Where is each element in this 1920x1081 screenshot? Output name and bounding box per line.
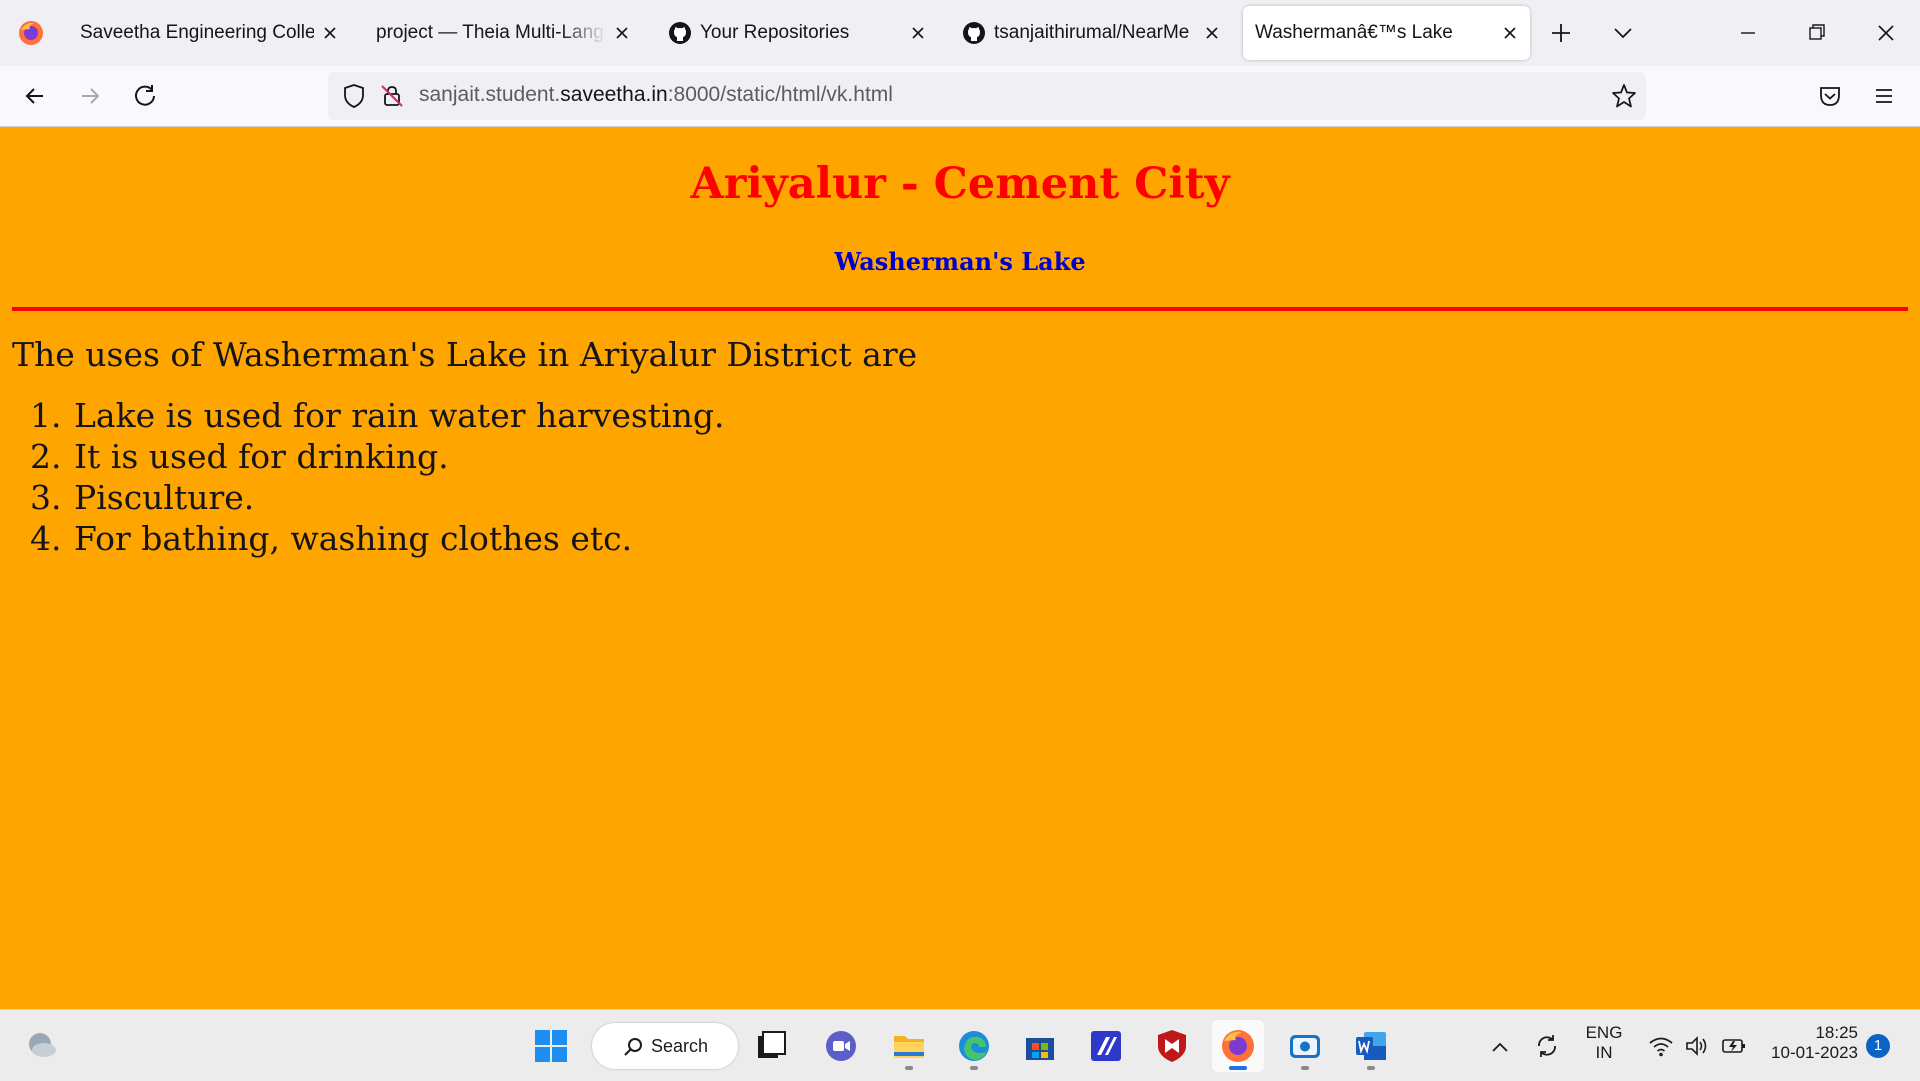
mcafee-shield-icon xyxy=(1158,1030,1186,1062)
tab-project-theia[interactable]: project — Theia Multi-Language xyxy=(366,6,642,60)
word-icon xyxy=(1356,1032,1386,1060)
list-all-tabs-icon[interactable] xyxy=(1608,18,1638,48)
firefox-menu-icon[interactable] xyxy=(18,20,44,46)
insecure-lock-icon[interactable] xyxy=(378,82,406,110)
notification-badge[interactable]: 1 xyxy=(1866,1034,1890,1058)
running-indicator xyxy=(1301,1066,1309,1070)
microsoft-store-button[interactable] xyxy=(1014,1020,1066,1072)
url-path: :8000/static/html/vk.html xyxy=(667,83,893,106)
taskbar: Search ENG IN 18:25 10-01-2023 1 xyxy=(0,1009,1920,1081)
edge-browser-button[interactable] xyxy=(948,1020,1000,1072)
tab-title: project — Theia Multi-Language xyxy=(376,22,606,43)
wifi-icon[interactable] xyxy=(1648,1034,1674,1058)
list-item: It is used for drinking. xyxy=(72,436,724,477)
teams-chat-icon xyxy=(826,1031,856,1061)
weather-widget-icon[interactable] xyxy=(24,1028,60,1064)
close-window-icon[interactable] xyxy=(1871,18,1901,48)
region-code: IN xyxy=(1595,1043,1613,1062)
github-icon xyxy=(963,22,985,44)
minimize-icon[interactable] xyxy=(1733,18,1763,48)
forward-icon[interactable] xyxy=(76,82,104,110)
pocket-icon[interactable] xyxy=(1816,82,1844,110)
task-view-icon xyxy=(758,1031,786,1058)
running-indicator xyxy=(970,1066,978,1070)
clock-time: 18:25 xyxy=(1815,1023,1858,1042)
word-button[interactable] xyxy=(1345,1020,1397,1072)
url-domain: saveetha.in xyxy=(560,83,668,106)
back-icon[interactable] xyxy=(21,82,49,110)
tab-saveetha[interactable]: Saveetha Engineering College xyxy=(70,6,350,60)
edge-icon xyxy=(959,1031,989,1061)
running-indicator xyxy=(1367,1066,1375,1070)
search-icon xyxy=(624,1038,642,1056)
folder-icon xyxy=(894,1036,924,1058)
running-indicator xyxy=(1229,1066,1247,1070)
camera-icon xyxy=(1290,1035,1320,1058)
input-language-indicator[interactable]: ENG IN xyxy=(1580,1023,1628,1063)
tab-title: Saveetha Engineering College xyxy=(80,22,314,43)
url-text[interactable]: sanjait.student.saveetha.in:8000/static/… xyxy=(419,83,893,107)
firefox-taskbar-button[interactable] xyxy=(1212,1020,1264,1072)
page-title: Ariyalur - Cement City xyxy=(690,159,1230,209)
clock-date: 10-01-2023 xyxy=(1771,1043,1858,1062)
uses-list: Lake is used for rain water harvesting. … xyxy=(72,395,724,559)
windows-logo-icon xyxy=(535,1030,567,1062)
vscode-style-app-button[interactable] xyxy=(1080,1020,1132,1072)
tab-your-repositories[interactable]: Your Repositories xyxy=(658,6,938,60)
language-code: ENG xyxy=(1585,1023,1623,1042)
url-bar[interactable]: sanjait.student.saveetha.in:8000/static/… xyxy=(328,72,1646,120)
github-icon xyxy=(669,22,691,44)
store-icon xyxy=(1026,1038,1054,1060)
tab-title: Washermanâ€™s Lake xyxy=(1255,22,1453,43)
horizontal-rule xyxy=(12,307,1908,311)
volume-icon[interactable] xyxy=(1684,1034,1710,1058)
tab-washermans-lake[interactable]: Washermanâ€™s Lake xyxy=(1243,6,1530,60)
tab-nearme-repo[interactable]: tsanjaithirumal/NearMe xyxy=(952,6,1232,60)
url-subdomain: sanjait.student. xyxy=(419,83,561,106)
page-content: Ariyalur - Cement City Washerman's Lake … xyxy=(0,127,1920,1009)
tab-title: Your Repositories xyxy=(700,22,850,43)
navigation-toolbar: sanjait.student.saveetha.in:8000/static/… xyxy=(0,66,1920,127)
tab-strip: Saveetha Engineering College project — T… xyxy=(0,0,1920,66)
taskbar-search-box[interactable]: Search xyxy=(592,1023,738,1069)
close-tab-icon[interactable] xyxy=(320,23,340,43)
search-label: Search xyxy=(651,1036,709,1056)
clock[interactable]: 18:25 10-01-2023 xyxy=(1762,1023,1858,1063)
file-explorer-button[interactable] xyxy=(883,1020,935,1072)
intro-text: The uses of Washerman's Lake in Ariyalur… xyxy=(12,335,918,374)
list-item: For bathing, washing clothes etc. xyxy=(72,518,724,559)
camera-app-button[interactable] xyxy=(1279,1020,1331,1072)
new-tab-icon[interactable] xyxy=(1546,18,1576,48)
close-tab-icon[interactable] xyxy=(1202,23,1222,43)
task-view-button[interactable] xyxy=(746,1020,798,1072)
start-button[interactable] xyxy=(525,1020,577,1072)
bookmark-star-icon[interactable] xyxy=(1611,83,1637,109)
firefox-icon xyxy=(1222,1030,1254,1062)
restore-icon[interactable] xyxy=(1802,18,1832,48)
close-tab-icon[interactable] xyxy=(1500,23,1520,43)
sync-icon[interactable] xyxy=(1533,1032,1561,1060)
tab-title: tsanjaithirumal/NearMe xyxy=(994,22,1190,43)
app-menu-icon[interactable] xyxy=(1870,82,1898,110)
running-indicator xyxy=(905,1066,913,1070)
close-tab-icon[interactable] xyxy=(908,23,928,43)
page-subtitle: Washerman's Lake xyxy=(834,247,1086,276)
reload-icon[interactable] xyxy=(131,82,159,110)
list-item: Lake is used for rain water harvesting. xyxy=(72,395,724,436)
close-tab-icon[interactable] xyxy=(612,23,632,43)
tracking-protection-shield-icon[interactable] xyxy=(340,82,368,110)
battery-charging-icon[interactable] xyxy=(1720,1034,1748,1058)
teams-chat-button[interactable] xyxy=(815,1020,867,1072)
list-item: Pisculture. xyxy=(72,477,724,518)
blue-app-icon xyxy=(1091,1031,1121,1061)
show-hidden-icons-chevron-up-icon[interactable] xyxy=(1488,1035,1512,1059)
mcafee-button[interactable] xyxy=(1146,1020,1198,1072)
